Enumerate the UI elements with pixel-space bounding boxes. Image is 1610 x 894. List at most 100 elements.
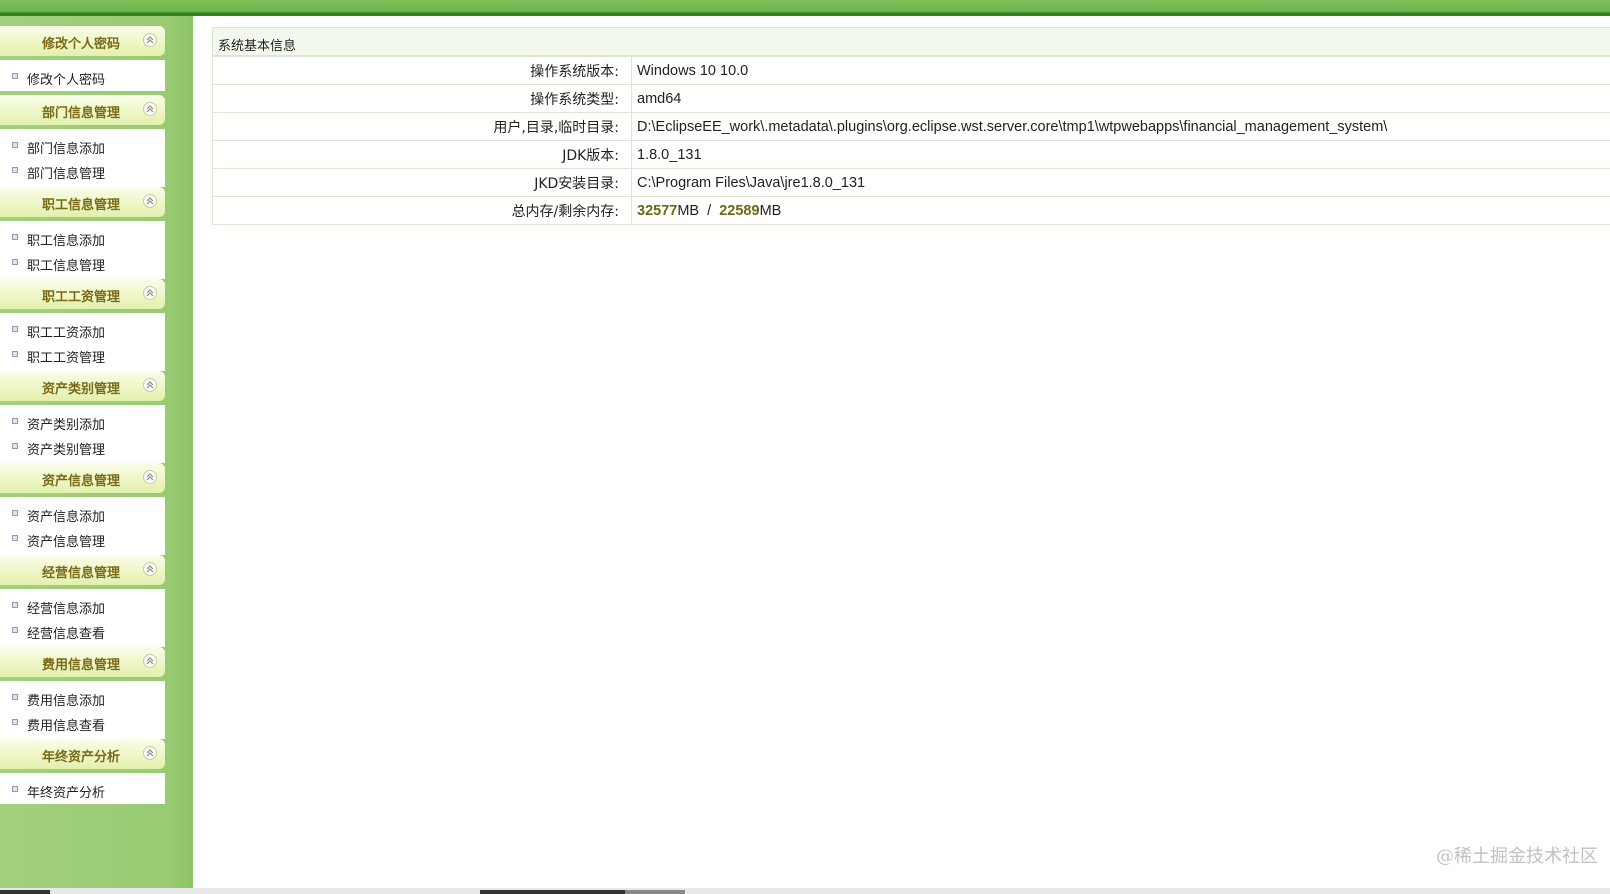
- menu-group-title: 年终资产分析: [42, 750, 121, 765]
- table-row: 用户,目录,临时目录: D:\EclipseEE_work\.metadata\…: [212, 112, 1610, 141]
- menu-item-label: 费用信息查看: [27, 719, 106, 734]
- menu-group-header[interactable]: 部门信息管理: [0, 95, 165, 125]
- menu-group-header[interactable]: 职工信息管理: [0, 187, 165, 217]
- menu-item-asset-info-manage[interactable]: 资产信息管理: [0, 526, 165, 551]
- table-row: JKD安装目录: C:\Program Files\Java\jre1.8.0_…: [212, 168, 1610, 197]
- scrollbar-segment: [0, 890, 50, 894]
- collapse-up-icon[interactable]: [143, 33, 157, 47]
- bullet-icon: [12, 535, 18, 541]
- menu-item-label: 部门信息管理: [27, 167, 106, 182]
- menu-group-annual-analysis: 年终资产分析 年终资产分析: [0, 739, 165, 804]
- menu-group-body: 部门信息添加 部门信息管理: [0, 129, 165, 187]
- row-label: 用户,目录,临时目录:: [212, 112, 632, 141]
- bullet-icon: [12, 167, 18, 173]
- row-value: 1.8.0_131: [631, 140, 1610, 169]
- menu-item-asset-category-add[interactable]: 资产类别添加: [0, 409, 165, 434]
- memory-separator: /: [707, 202, 712, 219]
- bullet-icon: [12, 786, 18, 792]
- free-memory-unit: MB: [759, 202, 782, 219]
- row-label: 操作系统版本:: [212, 56, 632, 85]
- menu-item-business-view[interactable]: 经营信息查看: [0, 618, 165, 643]
- menu-item-expense-view[interactable]: 费用信息查看: [0, 710, 165, 735]
- table-row: 操作系统版本: Windows 10 10.0: [212, 56, 1610, 85]
- menu-group-header[interactable]: 资产类别管理: [0, 371, 165, 401]
- menu-item-label: 年终资产分析: [27, 786, 106, 801]
- menu-item-department-add[interactable]: 部门信息添加: [0, 133, 165, 158]
- collapse-up-icon[interactable]: [143, 654, 157, 668]
- collapse-up-icon[interactable]: [143, 378, 157, 392]
- table-row: 操作系统类型: amd64: [212, 84, 1610, 113]
- menu-item-asset-category-manage[interactable]: 资产类别管理: [0, 434, 165, 459]
- menu-item-asset-info-add[interactable]: 资产信息添加: [0, 501, 165, 526]
- menu-group-body: 职工工资添加 职工工资管理: [0, 313, 165, 371]
- menu-group-body: 资产类别添加 资产类别管理: [0, 405, 165, 463]
- menu-group-header[interactable]: 经营信息管理: [0, 555, 165, 585]
- scrollbar-thumb[interactable]: [480, 890, 625, 894]
- collapse-up-icon[interactable]: [143, 470, 157, 484]
- menu-item-label: 职工信息管理: [27, 259, 106, 274]
- menu-item-department-manage[interactable]: 部门信息管理: [0, 158, 165, 183]
- collapse-up-icon[interactable]: [143, 102, 157, 116]
- menu-item-employee-manage[interactable]: 职工信息管理: [0, 250, 165, 275]
- menu-group-title: 职工信息管理: [42, 198, 121, 213]
- menu-item-label: 职工信息添加: [27, 234, 106, 249]
- free-memory: 22589: [719, 202, 760, 219]
- menu-group-body: 年终资产分析: [0, 773, 165, 804]
- menu-group-title: 职工工资管理: [42, 290, 121, 305]
- menu-item-annual-analysis[interactable]: 年终资产分析: [0, 777, 165, 802]
- menu-item-label: 职工工资管理: [27, 351, 106, 366]
- menu-group-body: 职工信息添加 职工信息管理: [0, 221, 165, 279]
- menu-item-label: 修改个人密码: [27, 73, 106, 88]
- menu-item-expense-add[interactable]: 费用信息添加: [0, 685, 165, 710]
- menu-group-asset-category: 资产类别管理 资产类别添加 资产类别管理: [0, 371, 165, 463]
- menu-group-header[interactable]: 费用信息管理: [0, 647, 165, 677]
- bullet-icon: [12, 142, 18, 148]
- menu-item-business-add[interactable]: 经营信息添加: [0, 593, 165, 618]
- menu-group-header[interactable]: 修改个人密码: [0, 26, 165, 56]
- menu-group-body: 修改个人密码: [0, 60, 165, 91]
- collapse-up-icon[interactable]: [143, 746, 157, 760]
- row-label: 总内存/剩余内存:: [212, 196, 632, 225]
- menu-item-salary-add[interactable]: 职工工资添加: [0, 317, 165, 342]
- bullet-icon: [12, 510, 18, 516]
- row-label: 操作系统类型:: [212, 84, 632, 113]
- scrollbar-segment: [625, 890, 685, 894]
- menu-group-title: 部门信息管理: [42, 106, 121, 121]
- menu-item-label: 经营信息添加: [27, 602, 106, 617]
- menu-item-change-password[interactable]: 修改个人密码: [0, 64, 165, 89]
- menu-item-salary-manage[interactable]: 职工工资管理: [0, 342, 165, 367]
- menu-group-expense: 费用信息管理 费用信息添加 费用信息查看: [0, 647, 165, 739]
- row-value: C:\Program Files\Java\jre1.8.0_131: [631, 168, 1610, 197]
- panel-header: 系统基本信息: [212, 27, 1610, 56]
- menu-group-title: 费用信息管理: [42, 658, 121, 673]
- menu-group-password: 修改个人密码 修改个人密码: [0, 26, 165, 91]
- menu-group-employee: 职工信息管理 职工信息添加 职工信息管理: [0, 187, 165, 279]
- menu-item-label: 资产类别管理: [27, 443, 106, 458]
- collapse-up-icon[interactable]: [143, 194, 157, 208]
- menu-group-body: 费用信息添加 费用信息查看: [0, 681, 165, 739]
- top-banner: [0, 0, 1610, 16]
- menu-group-title: 资产类别管理: [42, 382, 121, 397]
- bullet-icon: [12, 627, 18, 633]
- watermark: @稀土掘金技术社区: [1436, 846, 1598, 867]
- collapse-up-icon[interactable]: [143, 562, 157, 576]
- menu-item-employee-add[interactable]: 职工信息添加: [0, 225, 165, 250]
- menu-group-body: 经营信息添加 经营信息查看: [0, 589, 165, 647]
- menu-group-header[interactable]: 职工工资管理: [0, 279, 165, 309]
- collapse-up-icon[interactable]: [143, 286, 157, 300]
- table-row-memory: 总内存/剩余内存: 32577MB / 22589MB: [212, 196, 1610, 225]
- bullet-icon: [12, 259, 18, 265]
- bullet-icon: [12, 326, 18, 332]
- bullet-icon: [12, 443, 18, 449]
- panel-title: 系统基本信息: [218, 39, 297, 54]
- table-row: JDK版本: 1.8.0_131: [212, 140, 1610, 169]
- row-value: amd64: [631, 84, 1610, 113]
- bottom-scrollbar[interactable]: [0, 888, 1610, 894]
- menu-item-label: 费用信息添加: [27, 694, 106, 709]
- bullet-icon: [12, 602, 18, 608]
- system-info-table: 操作系统版本: Windows 10 10.0 操作系统类型: amd64 用户…: [212, 56, 1610, 225]
- menu-item-label: 经营信息查看: [27, 627, 106, 642]
- menu-item-label: 部门信息添加: [27, 142, 106, 157]
- menu-group-header[interactable]: 资产信息管理: [0, 463, 165, 493]
- menu-group-header[interactable]: 年终资产分析: [0, 739, 165, 769]
